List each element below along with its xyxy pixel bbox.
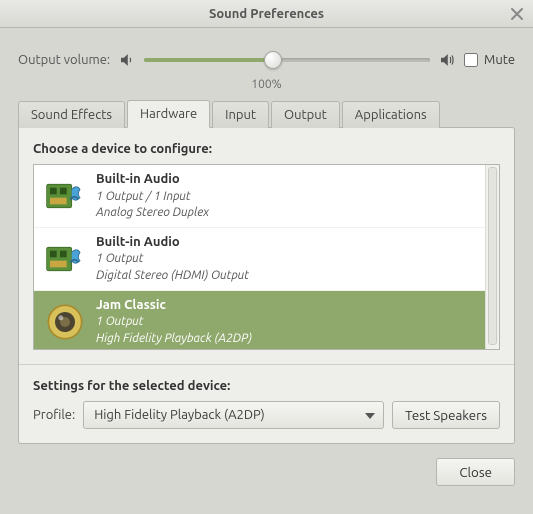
tab-applications[interactable]: Applications (342, 101, 440, 128)
profile-value: High Fidelity Playback (A2DP) (94, 408, 265, 422)
mute-label: Mute (484, 53, 515, 67)
tab-output[interactable]: Output (271, 101, 340, 128)
tab-hardware[interactable]: Hardware (127, 100, 210, 128)
soundcard-icon (44, 238, 86, 280)
volume-slider-thumb[interactable] (264, 51, 282, 69)
selected-device-settings: Settings for the selected device: Profil… (33, 379, 500, 429)
device-io: 1 Output (96, 251, 249, 267)
device-io: 1 Output / 1 Input (96, 189, 209, 205)
close-window-button[interactable] (509, 6, 525, 22)
device-row[interactable]: Jam Classic 1 Output High Fidelity Playb… (34, 291, 485, 349)
titlebar: Sound Preferences (0, 0, 533, 28)
tab-sound-effects[interactable]: Sound Effects (18, 101, 125, 128)
device-io: 1 Output (96, 314, 252, 330)
output-volume-row: Output volume: Mute (18, 40, 515, 80)
device-profile: High Fidelity Playback (A2DP) (96, 331, 252, 347)
device-name: Jam Classic (96, 297, 252, 315)
speaker-icon (44, 301, 86, 343)
volume-slider[interactable] (144, 50, 430, 70)
profile-combobox[interactable]: High Fidelity Playback (A2DP) (83, 401, 384, 429)
tab-input[interactable]: Input (212, 101, 269, 128)
tab-panel-hardware: Choose a device to configure: Built-in A… (18, 127, 515, 444)
device-profile: Digital Stereo (HDMI) Output (96, 268, 249, 284)
device-name: Built-in Audio (96, 171, 209, 189)
device-list: Built-in Audio 1 Output / 1 Input Analog… (33, 164, 500, 350)
window-title: Sound Preferences (209, 7, 324, 21)
soundcard-icon (44, 175, 86, 217)
settings-heading: Settings for the selected device: (33, 379, 500, 393)
chevron-down-icon (365, 408, 375, 422)
profile-label: Profile: (33, 408, 75, 422)
close-button[interactable]: Close (436, 458, 515, 486)
dialog-footer: Close (0, 444, 533, 504)
volume-high-icon (438, 51, 456, 69)
volume-low-icon (118, 51, 136, 69)
device-row[interactable]: Built-in Audio 1 Output / 1 Input Analog… (34, 165, 485, 228)
devices-heading: Choose a device to configure: (33, 142, 500, 156)
device-list-scrollbar[interactable] (485, 165, 499, 349)
tabs: Sound EffectsHardwareInputOutputApplicat… (18, 99, 515, 127)
device-name: Built-in Audio (96, 234, 249, 252)
mute-checkbox[interactable]: Mute (464, 53, 515, 67)
test-speakers-button[interactable]: Test Speakers (392, 401, 500, 429)
volume-label: Output volume: (18, 53, 110, 67)
device-profile: Analog Stereo Duplex (96, 205, 209, 221)
device-row[interactable]: Built-in Audio 1 Output Digital Stereo (… (34, 228, 485, 291)
volume-percent-label: 100% (18, 78, 515, 91)
